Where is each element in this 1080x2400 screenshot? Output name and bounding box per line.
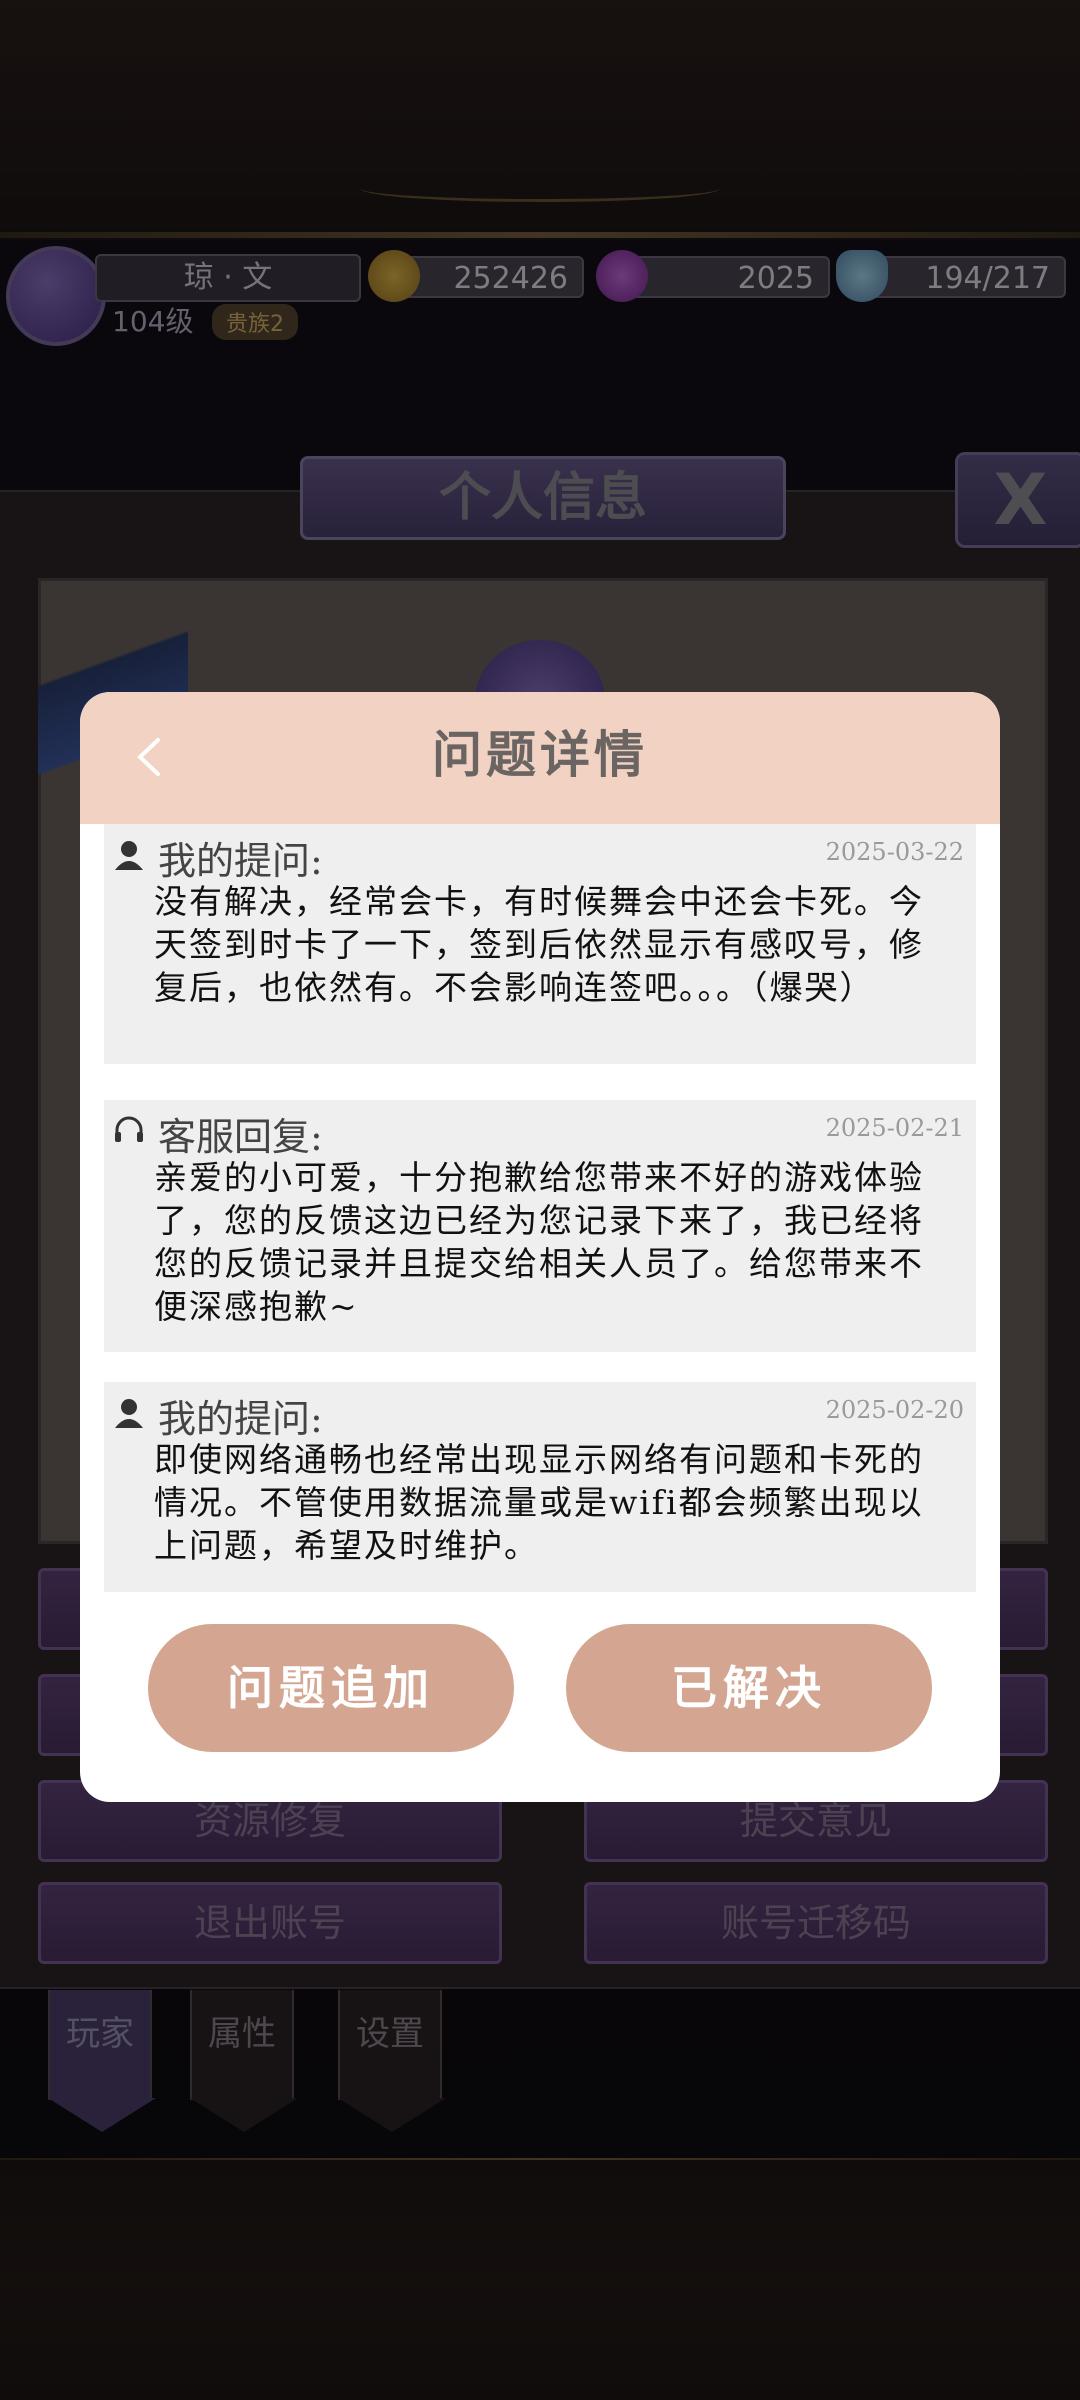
message-label: 我的提问: (158, 839, 323, 883)
message-label: 客服回复: (158, 1115, 323, 1159)
user-icon (115, 1399, 143, 1428)
message-card: 我的提问: 2025-02-20 即使网络通畅也经常出现显示网络有问题和卡死的情… (104, 1382, 976, 1592)
message-card: 我的提问: 2025-03-22 没有解决，经常会卡，有时候舞会中还会卡死。今天… (104, 824, 976, 1064)
message-date: 2025-02-20 (825, 1396, 964, 1424)
message-text: 亲爱的小可爱，十分抱歉给您带来不好的游戏体验了，您的反馈这边已经为您记录下来了，… (154, 1158, 924, 1326)
message-card: 客服回复: 2025-02-21 亲爱的小可爱，十分抱歉给您带来不好的游戏体验了… (104, 1100, 976, 1352)
follow-up-question-button[interactable]: 问题追加 (148, 1624, 514, 1752)
message-text: 即使网络通畅也经常出现显示网络有问题和卡死的情况。不管使用数据流量或是wifi都… (154, 1440, 924, 1565)
dialog-title: 问题详情 (432, 725, 648, 784)
back-arrow-icon[interactable] (126, 732, 176, 782)
message-date: 2025-02-21 (825, 1114, 964, 1142)
issue-detail-dialog: 问题详情 我的提问: 2025-03-22 没有解决，经常会卡，有时候舞会中还会… (80, 692, 1000, 1802)
message-text: 没有解决，经常会卡，有时候舞会中还会卡死。今天签到时卡了一下，签到后依然显示有感… (154, 882, 924, 1007)
user-icon (115, 841, 143, 870)
message-date: 2025-03-22 (825, 838, 964, 866)
message-label: 我的提问: (158, 1397, 323, 1441)
headset-icon (115, 1116, 143, 1142)
resolved-button[interactable]: 已解决 (566, 1624, 932, 1752)
